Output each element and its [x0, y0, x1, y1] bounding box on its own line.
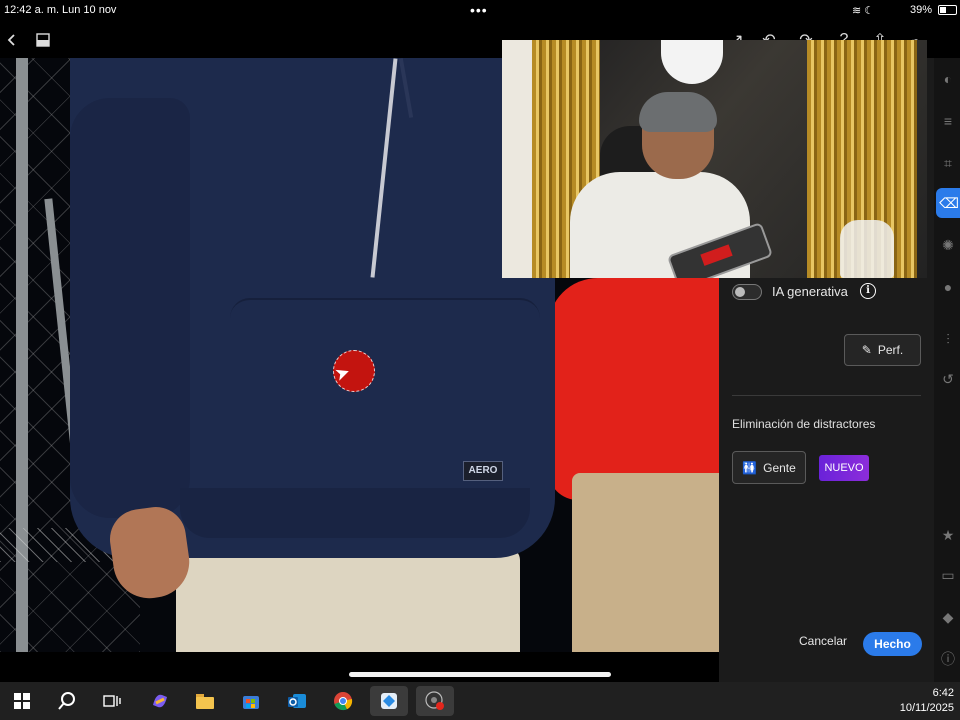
moon-icon: ☾	[864, 5, 878, 17]
taskbar-date: 10/11/2025	[899, 702, 954, 714]
hoodie-waistband	[180, 488, 530, 538]
status-bar: 12:42 a. m. Lun 10 nov ••• ≋☾ 39%	[0, 0, 960, 22]
chrome-icon[interactable]	[324, 686, 362, 716]
home-indicator[interactable]	[349, 672, 611, 677]
divider	[732, 395, 921, 396]
taskbar: 6:42 10/11/2025	[0, 682, 960, 720]
battery-percent: 39%	[910, 4, 933, 16]
app-icon-active[interactable]	[370, 686, 408, 716]
tag-icon[interactable]: ◆	[939, 608, 957, 626]
copilot-icon[interactable]	[141, 686, 179, 716]
new-badge: NUEVO	[819, 455, 869, 481]
multitasking-dots-icon[interactable]: •••	[470, 2, 488, 18]
healing-icon[interactable]: ✺	[939, 236, 957, 254]
windows-start-icon[interactable]	[3, 686, 41, 716]
hoodie-sleeve	[70, 98, 190, 518]
webcam-overlay	[502, 40, 927, 278]
store-icon[interactable]	[232, 686, 270, 716]
info-icon[interactable]: i	[860, 283, 876, 299]
person-hair	[639, 92, 717, 132]
taskbar-clock[interactable]: 6:42 10/11/2025	[900, 686, 954, 716]
status-time: 12:42 a. m.	[4, 4, 60, 16]
drop-icon[interactable]: ●	[939, 278, 957, 296]
refine-label: Perf.	[877, 343, 904, 357]
people-label: Gente	[763, 460, 796, 475]
khaki-pants-left	[176, 548, 520, 652]
status-date: Lun 10 nov	[62, 4, 117, 16]
bottle	[840, 220, 894, 278]
recorder-icon[interactable]	[416, 686, 454, 716]
task-view-icon[interactable]	[93, 686, 131, 716]
compare-icon[interactable]	[31, 28, 55, 52]
generative-ai-toggle[interactable]	[732, 284, 762, 300]
adjust-icon[interactable]: ≡	[939, 112, 957, 130]
pencil-icon: ✎	[861, 343, 872, 357]
taskbar-time: 6:42	[932, 687, 954, 699]
people-icon: 🚻	[742, 460, 758, 475]
done-button[interactable]: Hecho	[863, 632, 922, 656]
outlook-icon[interactable]	[278, 686, 316, 716]
people-button[interactable]: 🚻 Gente	[732, 451, 806, 484]
back-icon[interactable]	[0, 28, 24, 52]
info-circle-icon[interactable]: ⓘ	[939, 650, 957, 668]
fence-post	[16, 58, 28, 652]
distractors-title: Eliminación de distractores	[732, 417, 876, 431]
red-shirt	[548, 278, 719, 500]
crop-icon[interactable]: ⌗	[939, 154, 957, 172]
presets-icon[interactable]: ◐	[939, 70, 957, 88]
cancel-button[interactable]: Cancelar	[799, 634, 847, 648]
battery-icon	[938, 5, 957, 15]
file-explorer-icon[interactable]	[186, 686, 224, 716]
eraser-icon[interactable]: ⌫	[936, 188, 960, 218]
status-icons: ≋☾	[852, 4, 877, 17]
refine-button[interactable]: ✎ Perf.	[844, 334, 921, 366]
star-icon[interactable]: ★	[939, 526, 957, 544]
search-icon[interactable]	[48, 686, 86, 716]
history-icon[interactable]: ↺	[939, 370, 957, 388]
sliders-icon[interactable]: ⫶	[939, 330, 957, 348]
comment-icon[interactable]: ▭	[939, 566, 957, 584]
tool-rail: ◐ ≡ ⌗ ⌫ ✺ ● ⫶ ↺ ★ ▭ ◆ ⓘ	[934, 58, 960, 682]
wifi-icon: ≋	[852, 5, 865, 17]
khaki-pants-right	[572, 473, 719, 652]
generative-ai-label: IA generativa	[772, 284, 848, 299]
brand-tag: AERO	[463, 461, 503, 481]
